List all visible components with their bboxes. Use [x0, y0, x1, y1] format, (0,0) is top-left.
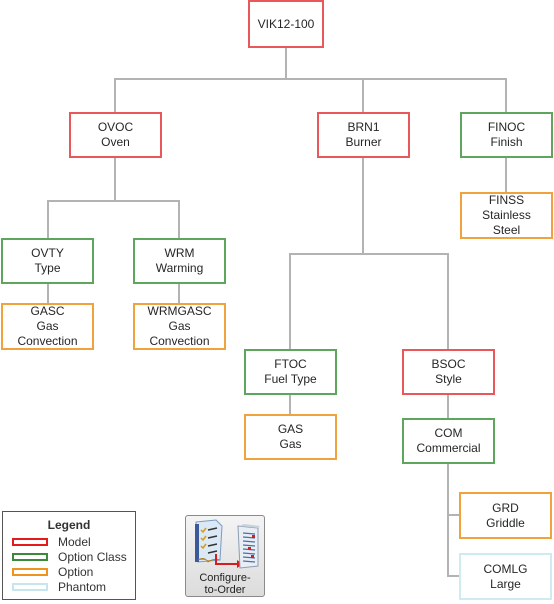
node-code: GAS: [277, 422, 304, 436]
connector-to-wrm: [178, 200, 180, 238]
node-code: FINOC: [487, 120, 526, 134]
node-vik12-100[interactable]: VIK12-100: [248, 0, 324, 48]
connector-to-ovoc: [114, 78, 116, 112]
legend-label: Option: [58, 565, 94, 579]
node-desc-line1: Gas: [36, 319, 59, 333]
node-ftoc[interactable]: FTOC Fuel Type: [244, 349, 337, 395]
connector-finoc-finss: [505, 158, 507, 192]
connector-ovoc-bar: [47, 200, 180, 202]
connector-bsoc-com: [447, 395, 449, 418]
node-wrmgasc[interactable]: WRMGASC Gas Convection: [133, 303, 226, 350]
node-code: OVOC: [97, 120, 134, 134]
node-gas[interactable]: GAS Gas: [244, 414, 337, 460]
node-desc: Style: [435, 372, 462, 386]
node-finoc[interactable]: FINOC Finish: [460, 112, 553, 158]
legend-swatch-option-class: [12, 553, 48, 561]
connector-com-grd: [447, 514, 459, 516]
node-code: OVTY: [31, 246, 64, 260]
legend-item-phantom: Phantom: [12, 580, 106, 594]
caption-line1: Configure-: [199, 572, 251, 584]
connector-ftoc-gas: [289, 395, 291, 414]
legend: Legend Model Option Class Option Phantom: [2, 511, 136, 600]
node-code: COMLG: [483, 561, 528, 576]
order-document-icon: [237, 524, 260, 569]
legend-title: Legend: [47, 518, 91, 532]
connector-root-down: [285, 47, 287, 79]
connector-to-finoc: [505, 78, 507, 112]
node-ovty[interactable]: OVTY Type: [1, 238, 94, 284]
connector-com-down: [447, 464, 449, 577]
legend-label: Option Class: [58, 550, 127, 564]
node-code: GASC: [30, 304, 65, 318]
legend-swatch-model: [12, 538, 48, 546]
configure-to-order-badge: Configure- to-Order: [185, 515, 265, 597]
configure-to-order-label: Configure- to-Order: [186, 572, 264, 596]
node-desc: Fuel Type: [264, 372, 317, 386]
node-gasc[interactable]: GASC Gas Convection: [1, 303, 94, 350]
node-desc: Finish: [490, 135, 523, 149]
node-wrm[interactable]: WRM Warming: [133, 238, 226, 284]
node-desc: Type: [34, 261, 61, 275]
node-brn1[interactable]: BRN1 Burner: [317, 112, 410, 158]
legend-item-model: Model: [12, 535, 91, 549]
node-comlg[interactable]: COMLG Large: [459, 553, 552, 600]
node-code: WRM: [164, 246, 195, 260]
node-code: FINSS: [488, 193, 525, 207]
node-desc-line2: Steel: [492, 223, 521, 237]
node-bsoc[interactable]: BSOC Style: [402, 349, 495, 395]
connector-brn1-down: [362, 158, 364, 255]
connector-to-ovty: [47, 200, 49, 238]
node-code: WRMGASC: [147, 304, 212, 318]
configure-to-order-icon: [195, 519, 260, 569]
node-code: BRN1: [347, 120, 380, 134]
node-desc: Large: [490, 576, 521, 591]
node-desc: Gas: [279, 437, 302, 451]
node-code: BSOC: [431, 357, 466, 371]
connector-to-ftoc: [289, 253, 291, 349]
legend-swatch-phantom: [12, 583, 48, 591]
legend-swatch-option: [12, 568, 48, 576]
node-ovoc[interactable]: OVOC Oven: [69, 112, 162, 158]
connector-wrm-wrmgasc: [178, 284, 180, 303]
legend-label: Phantom: [58, 580, 107, 594]
checklist-document-icon: [195, 519, 223, 563]
connector-ovty-gasc: [47, 284, 49, 303]
connector-com-comlg: [447, 575, 459, 577]
node-code: FTOC: [274, 357, 307, 371]
node-grd[interactable]: GRD Griddle: [459, 492, 552, 539]
connector-to-brn1: [362, 78, 364, 112]
node-desc-line1: Gas: [168, 319, 191, 333]
node-desc: Burner: [345, 135, 382, 149]
node-desc: Oven: [101, 135, 130, 149]
caption-line2: to-Order: [204, 584, 246, 596]
node-desc: Commercial: [416, 441, 481, 455]
node-desc-line2: Convection: [149, 334, 210, 348]
node-desc: Warming: [155, 261, 204, 275]
node-code: COM: [434, 426, 463, 440]
connector-root-bar: [114, 78, 507, 80]
connector-brn1-bar: [289, 253, 449, 255]
node-desc-line1: Stainless: [482, 208, 531, 222]
node-desc: Griddle: [486, 515, 525, 530]
node-code: VIK12-100: [257, 16, 315, 31]
connector-to-bsoc: [447, 253, 449, 349]
legend-item-option-class: Option Class: [12, 550, 127, 564]
legend-item-option: Option: [12, 565, 93, 579]
legend-label: Model: [58, 535, 91, 549]
node-com[interactable]: COM Commercial: [402, 418, 495, 464]
node-desc-line2: Convection: [17, 334, 78, 348]
node-code: GRD: [492, 500, 519, 515]
node-finss[interactable]: FINSS Stainless Steel: [460, 192, 553, 239]
connector-ovoc-down: [114, 158, 116, 201]
